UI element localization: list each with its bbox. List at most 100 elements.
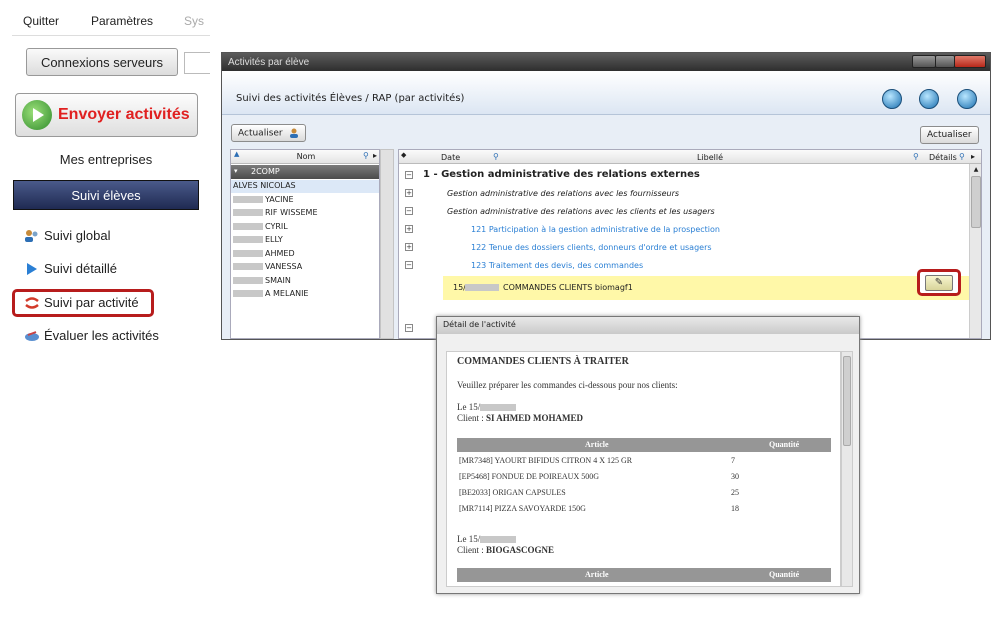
- search-icon[interactable]: ⚲: [913, 152, 919, 161]
- student-row[interactable]: ELLY: [231, 234, 379, 247]
- details-edit-button[interactable]: ✎: [917, 269, 961, 296]
- libelle-header[interactable]: Libellé: [697, 153, 723, 162]
- redacted-name: [233, 195, 263, 203]
- activity-link-row[interactable]: + 121 Participation à la gestion adminis…: [399, 221, 969, 239]
- section-row[interactable]: − 1 - Gestion administrative des relatio…: [399, 167, 969, 185]
- activity-link-row[interactable]: − 123 Traitement des devis, des commande…: [399, 257, 969, 275]
- student-name: AHMED: [265, 248, 295, 258]
- user-refresh-icon: [289, 128, 299, 138]
- student-name: ALVES NICOLAS: [233, 181, 296, 190]
- minimize-button[interactable]: [912, 55, 936, 68]
- scroll-thumb[interactable]: [843, 356, 851, 446]
- expand-all-icon[interactable]: ◆: [401, 151, 406, 159]
- activity-label: COMMANDES CLIENTS biomagf1: [503, 283, 633, 292]
- article-header: Article: [585, 570, 609, 579]
- pencil-edit-icon: ✎: [925, 275, 953, 291]
- envoyer-activites-button[interactable]: Envoyer activités: [15, 93, 198, 137]
- dialog-content: COMMANDES CLIENTS À TRAITER Veuillez pré…: [446, 351, 841, 587]
- student-name: A MELANIE: [265, 289, 309, 298]
- menu-parametres[interactable]: Paramètres: [91, 14, 153, 28]
- window-titlebar: Activités par élève: [222, 53, 990, 71]
- activity-link[interactable]: 122 Tenue des dossiers clients, donneurs…: [471, 243, 712, 252]
- client-label: Client :: [457, 545, 486, 555]
- help-round-button[interactable]: [919, 89, 939, 109]
- expand-toggle[interactable]: +: [405, 225, 413, 233]
- redacted-name: [233, 263, 263, 270]
- redacted-name: [233, 276, 263, 284]
- search-icon[interactable]: ⚲: [959, 152, 965, 161]
- subsection-row[interactable]: + Gestion administrative des relations a…: [399, 185, 969, 203]
- redacted-name: [233, 209, 263, 216]
- student-row[interactable]: A MELANIE: [231, 288, 379, 301]
- article-cell: [BE2033] ORIGAN CAPSULES: [459, 488, 566, 497]
- activity-link[interactable]: 123 Traitement des devis, des commandes: [471, 261, 643, 270]
- save-round-button[interactable]: [957, 89, 977, 109]
- student-name: SMAIN: [265, 275, 291, 285]
- close-button[interactable]: [954, 55, 986, 68]
- sidebar-item-suivi-global[interactable]: Suivi global: [24, 228, 111, 243]
- article-cell: [MR7114] PIZZA SAVOYARDE 150G: [459, 504, 586, 513]
- maximize-button[interactable]: [935, 55, 955, 68]
- scroll-thumb[interactable]: [971, 176, 981, 228]
- scroll-up-icon[interactable]: ▲: [971, 166, 981, 174]
- search-icon[interactable]: ⚲: [363, 151, 369, 160]
- quantity-cell: 7: [731, 456, 735, 465]
- expand-toggle[interactable]: +: [405, 189, 413, 197]
- date-header[interactable]: Date: [441, 153, 460, 162]
- actualiser-activities-button[interactable]: Actualiser: [920, 126, 979, 144]
- selected-activity-row[interactable]: 15/ COMMANDES CLIENTS biomagf1: [443, 276, 969, 300]
- main-window: Activités par élève Suivi des activités …: [221, 52, 991, 340]
- mes-entreprises-link[interactable]: Mes entreprises: [12, 152, 200, 167]
- window-subtitle: Suivi des activités Élèves / RAP (par ac…: [236, 93, 465, 104]
- nom-header: Nom: [296, 152, 316, 161]
- details-header[interactable]: Détails: [929, 153, 957, 162]
- detail-intro: Veuillez préparer les commandes ci-desso…: [457, 380, 678, 390]
- student-row[interactable]: RIF WISSEME: [231, 207, 379, 220]
- collapse-toggle[interactable]: −: [405, 171, 413, 179]
- student-row[interactable]: CYRIL: [231, 221, 379, 234]
- sidebar-item-suivi-detaille[interactable]: Suivi détaillé: [24, 261, 117, 276]
- client-label: Client :: [457, 413, 486, 423]
- student-row[interactable]: AHMED: [231, 248, 379, 261]
- actualiser-label: Actualiser: [238, 128, 283, 139]
- student-row[interactable]: SMAIN: [231, 275, 379, 288]
- suivi-eleves-header[interactable]: Suivi élèves: [13, 180, 199, 210]
- article-header: Article: [585, 440, 609, 449]
- group-row[interactable]: ▾ 2COMP: [231, 165, 379, 179]
- activity-link[interactable]: 121 Participation à la gestion administr…: [471, 225, 720, 234]
- student-row[interactable]: YACINE: [231, 194, 379, 207]
- redacted-name: [233, 222, 263, 230]
- students-scrollbar[interactable]: [380, 149, 394, 339]
- search-icon[interactable]: ⚲: [493, 152, 499, 161]
- client-line: Client : BIOGASCOGNE: [457, 545, 554, 555]
- connexions-serveurs-button[interactable]: Connexions serveurs: [26, 48, 178, 76]
- student-name: RIF WISSEME: [265, 208, 318, 217]
- student-row[interactable]: VANESSA: [231, 261, 379, 274]
- suivi-eleves-label: Suivi élèves: [71, 187, 141, 203]
- menu-systeme[interactable]: Sys: [184, 14, 204, 28]
- dialog-titlebar: Détail de l'activité: [437, 317, 859, 334]
- connexions-side-field[interactable]: [184, 52, 210, 74]
- activities-scrollbar[interactable]: ▲: [969, 164, 981, 338]
- subsection-row[interactable]: − Gestion administrative des relations a…: [399, 203, 969, 221]
- menu-quitter[interactable]: Quitter: [23, 14, 59, 28]
- students-header[interactable]: ▲ Nom ⚲ ▸: [231, 150, 379, 164]
- print-round-button[interactable]: [882, 89, 902, 109]
- actualiser-students-button[interactable]: Actualiser: [231, 124, 306, 142]
- expand-toggle[interactable]: +: [405, 243, 413, 251]
- student-row[interactable]: ALVES NICOLAS: [231, 180, 379, 193]
- dialog-title: Détail de l'activité: [443, 320, 516, 329]
- sidebar-item-label: Suivi global: [44, 228, 111, 243]
- section-title: 1 - Gestion administrative des relations…: [423, 169, 700, 180]
- table-header: Article Quantité: [457, 568, 831, 582]
- article-cell: [EP5468] FONDUE DE POIREAUX 500G: [459, 472, 599, 481]
- dialog-scrollbar[interactable]: [841, 351, 853, 587]
- sidebar-item-evaluer[interactable]: Évaluer les activités: [24, 328, 159, 343]
- chevron-right-icon[interactable]: ▸: [373, 151, 377, 160]
- collapse-toggle[interactable]: −: [405, 207, 413, 215]
- collapse-toggle[interactable]: −: [405, 324, 413, 332]
- activity-link-row[interactable]: + 122 Tenue des dossiers clients, donneu…: [399, 239, 969, 257]
- window-title: Activités par élève: [228, 57, 310, 68]
- chevron-right-icon[interactable]: ▸: [971, 152, 975, 161]
- collapse-toggle[interactable]: −: [405, 261, 413, 269]
